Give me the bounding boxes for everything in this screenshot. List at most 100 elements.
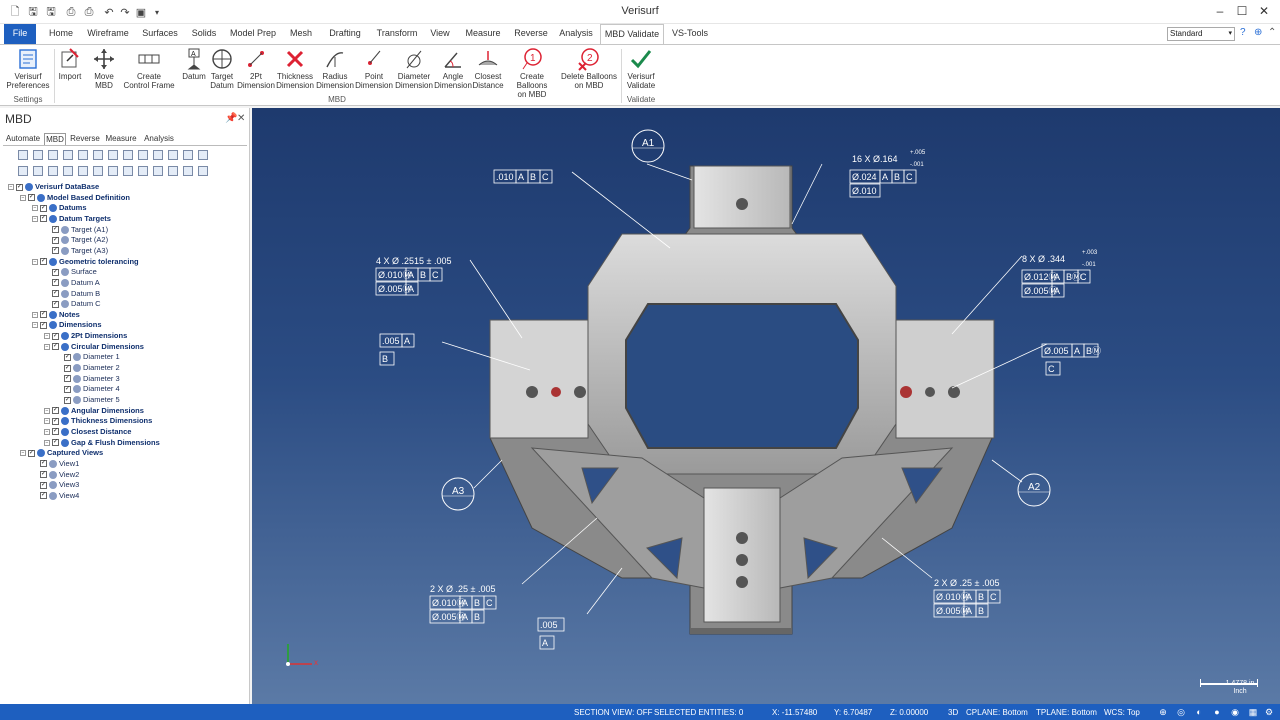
hole2-left-fcf[interactable]: Ø.005Ⓜ bbox=[432, 612, 466, 622]
close-window-icon[interactable]: ✕ bbox=[1250, 2, 1278, 20]
visibility-checkbox[interactable]: ✓ bbox=[52, 236, 59, 244]
view-cube-icon[interactable]: ◎ bbox=[1176, 707, 1186, 717]
hole4-fcf[interactable]: B bbox=[420, 270, 426, 280]
visibility-checkbox[interactable]: ✓ bbox=[52, 247, 59, 255]
curve-icon[interactable] bbox=[153, 166, 163, 176]
create-balloons-button[interactable]: 1 Create Balloons on MBD bbox=[504, 47, 560, 99]
hole8-fcf[interactable]: Ø.012Ⓜ bbox=[1024, 272, 1058, 282]
hole8-fcf[interactable]: A bbox=[1054, 286, 1060, 296]
hole8-callout[interactable]: 8 X Ø .344 bbox=[1022, 254, 1065, 264]
balloon-a3-label[interactable]: A3 bbox=[452, 486, 465, 497]
hole2-right-fcf[interactable]: Ø.010Ⓜ bbox=[936, 592, 970, 602]
position-fcf[interactable]: BⓂ bbox=[1086, 346, 1101, 356]
tree-item[interactable]: ✓ Diameter 3 bbox=[56, 374, 120, 384]
measure-icon[interactable] bbox=[168, 150, 178, 160]
cube-icon[interactable] bbox=[63, 150, 73, 160]
visibility-checkbox[interactable]: ✓ bbox=[52, 343, 59, 351]
visibility-checkbox[interactable]: ✓ bbox=[52, 428, 59, 436]
tab-view[interactable]: View bbox=[426, 24, 454, 44]
save-as-icon[interactable]: 🖫 bbox=[44, 5, 58, 19]
visibility-checkbox[interactable]: ✓ bbox=[40, 492, 47, 500]
create-control-frame-button[interactable]: Create Control Frame bbox=[122, 47, 176, 93]
line-icon[interactable] bbox=[108, 166, 118, 176]
visibility-checkbox[interactable]: ✓ bbox=[52, 279, 59, 287]
hole2-right-callout[interactable]: 2 X Ø .25 ± .005 bbox=[934, 578, 999, 588]
tab-vs-tools[interactable]: VS-Tools bbox=[670, 24, 710, 44]
hole2-left-fcf[interactable]: B bbox=[474, 598, 480, 608]
balloon-a2-label[interactable]: A2 bbox=[1028, 482, 1041, 493]
tab-model-prep[interactable]: Model Prep bbox=[226, 24, 280, 44]
lightning-icon[interactable] bbox=[153, 150, 163, 160]
visibility-checkbox[interactable]: ✓ bbox=[64, 353, 71, 361]
hole2-left-fcf[interactable]: Ø.010Ⓜ bbox=[432, 598, 466, 608]
flatness-fcf[interactable]: B bbox=[530, 172, 536, 182]
tree-item[interactable]: ✓ View1 bbox=[32, 459, 79, 469]
3d-mode-toggle[interactable]: 3D bbox=[948, 708, 958, 717]
tree-item[interactable]: − ✓ Dimensions bbox=[32, 320, 102, 330]
tree-item[interactable]: − ✓ Geometric tolerancing bbox=[32, 257, 139, 267]
expand-toggle-icon[interactable]: − bbox=[32, 311, 38, 318]
report-icon[interactable] bbox=[198, 150, 208, 160]
diameter-dimension-button[interactable]: Diameter Dimension bbox=[394, 47, 434, 93]
tab-solids[interactable]: Solids bbox=[188, 24, 220, 44]
tree-item[interactable]: ✓ Datum B bbox=[44, 289, 100, 299]
customize-toolbar-icon[interactable]: ▣ bbox=[134, 5, 148, 19]
hole4-fcf[interactable]: A bbox=[408, 270, 414, 280]
hole8-fcf[interactable]: BⓂ bbox=[1066, 272, 1081, 282]
tab-home[interactable]: Home bbox=[44, 24, 78, 44]
folder-icon[interactable] bbox=[93, 150, 103, 160]
tab-mbd-validate[interactable]: MBD Validate bbox=[600, 24, 664, 45]
help-icon[interactable]: ? bbox=[1240, 27, 1246, 38]
style-select[interactable]: Standard ▾ bbox=[1167, 27, 1235, 41]
tree-item[interactable]: ✓ Diameter 5 bbox=[56, 395, 120, 405]
expand-toggle-icon[interactable]: − bbox=[32, 322, 38, 329]
package-icon[interactable] bbox=[108, 150, 118, 160]
ribbon-collapse-icon[interactable]: ⌃ bbox=[1268, 27, 1276, 38]
tab-wireframe[interactable]: Wireframe bbox=[84, 24, 132, 44]
thickness-dimension-button[interactable]: Thickness Dimension bbox=[274, 47, 316, 93]
visibility-checkbox[interactable]: ✓ bbox=[40, 311, 47, 319]
expand-toggle-icon[interactable]: − bbox=[32, 258, 38, 265]
tab-drafting[interactable]: Drafting bbox=[322, 24, 368, 44]
visibility-checkbox[interactable]: ✓ bbox=[28, 449, 35, 457]
visibility-checkbox[interactable]: ✓ bbox=[40, 460, 47, 468]
hole4-fcf[interactable]: Ø.010Ⓜ bbox=[378, 270, 412, 280]
hole8-fcf[interactable]: C bbox=[1080, 272, 1087, 282]
expand-toggle-icon[interactable]: − bbox=[44, 418, 50, 425]
hole2-right-fcf[interactable]: A bbox=[966, 606, 972, 616]
hole16-tol-plus[interactable]: +.005 bbox=[910, 150, 926, 156]
export-icon[interactable] bbox=[123, 150, 133, 160]
hole16-callout[interactable]: 16 X Ø.164 bbox=[852, 154, 898, 164]
visibility-checkbox[interactable]: ✓ bbox=[52, 290, 59, 298]
perpendicularity-fcf[interactable]: A bbox=[404, 336, 410, 346]
shading-icon[interactable]: ◐ bbox=[1194, 707, 1204, 717]
expand-toggle-icon[interactable]: − bbox=[44, 343, 50, 350]
visibility-checkbox[interactable]: ✓ bbox=[52, 226, 59, 234]
hole2-left-callout[interactable]: 2 X Ø .25 ± .005 bbox=[430, 584, 495, 594]
tree-item[interactable]: ✓ View3 bbox=[32, 480, 79, 490]
visibility-checkbox[interactable]: ✓ bbox=[28, 194, 35, 202]
datum-b-label[interactable]: B bbox=[382, 354, 388, 364]
visibility-checkbox[interactable]: ✓ bbox=[16, 183, 23, 191]
section-view-status[interactable]: SECTION VIEW: OFF bbox=[574, 708, 653, 717]
visibility-checkbox[interactable]: ✓ bbox=[64, 364, 71, 372]
toggle-icon[interactable] bbox=[33, 150, 43, 160]
flatness-fcf[interactable]: A bbox=[518, 172, 524, 182]
print-icon[interactable]: ⎙ bbox=[64, 5, 78, 19]
globe-icon[interactable]: ⊕ bbox=[1254, 27, 1262, 38]
tree-item[interactable]: − ✓ Angular Dimensions bbox=[44, 406, 144, 416]
tab-reverse[interactable]: Reverse bbox=[512, 24, 550, 44]
visibility-checkbox[interactable]: ✓ bbox=[52, 300, 59, 308]
perpendicularity-fcf[interactable]: .005 bbox=[382, 336, 400, 346]
datum-a-label[interactable]: A bbox=[542, 638, 548, 648]
tree-item[interactable]: ✓ Target (A1) bbox=[44, 225, 108, 235]
flatness-a-fcf[interactable]: .005 bbox=[540, 620, 558, 630]
lighting-icon[interactable]: ◉ bbox=[1230, 707, 1240, 717]
tree-item[interactable]: ✓ Diameter 1 bbox=[56, 352, 120, 362]
tree-item[interactable]: ✓ Diameter 2 bbox=[56, 363, 120, 373]
tab-measure[interactable]: Measure bbox=[460, 24, 506, 44]
hole2-left-fcf[interactable]: A bbox=[462, 598, 468, 608]
expand-toggle-icon[interactable]: − bbox=[44, 407, 50, 414]
toolbar-dropdown-icon[interactable]: ▾ bbox=[150, 5, 164, 19]
point-dimension-button[interactable]: Point Dimension bbox=[354, 47, 394, 93]
